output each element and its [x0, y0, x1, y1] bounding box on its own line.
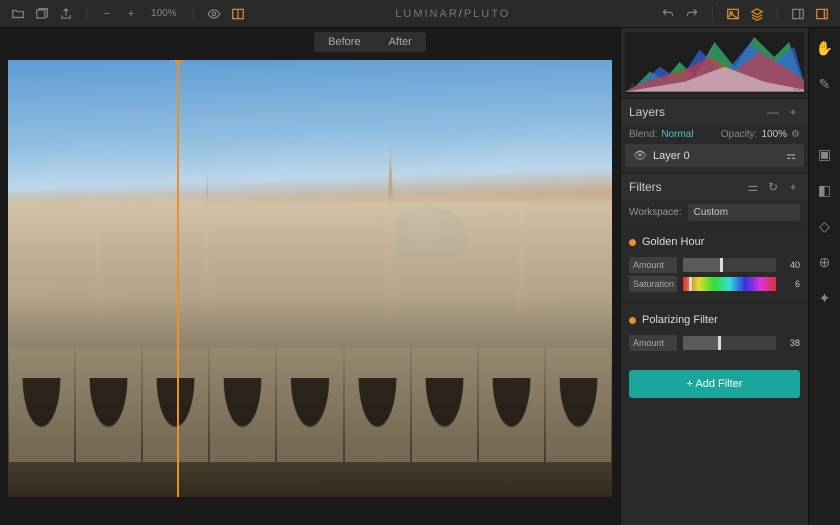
layer-name: Layer 0: [653, 150, 690, 162]
workspace-select[interactable]: Custom: [688, 204, 800, 221]
shadow-clip-icon[interactable]: △: [629, 81, 636, 92]
top-toolbar: − + 100% LUMINAR/PLUTO: [0, 0, 840, 28]
share-icon[interactable]: [56, 4, 76, 24]
slider-track[interactable]: [683, 336, 776, 350]
filters-refresh-icon[interactable]: ↻: [766, 180, 780, 194]
opacity-value[interactable]: 100%: [761, 129, 787, 140]
tool-strip: ✋ ✎ ▣ ◧ ◇ ⊕ ✦: [808, 28, 840, 525]
layers-section: Layers — + Blend: Normal Opacity: 100% ⚙…: [621, 98, 808, 173]
denoise-icon[interactable]: ✦: [815, 288, 835, 308]
zoom-out-icon[interactable]: −: [97, 4, 117, 24]
slider-track[interactable]: [683, 258, 776, 272]
image-canvas[interactable]: [8, 60, 612, 497]
open-folder-icon[interactable]: [8, 4, 28, 24]
brush-icon[interactable]: ✎: [815, 74, 835, 94]
opacity-label: Opacity:: [721, 129, 758, 140]
filter-title[interactable]: Polarizing Filter: [629, 310, 800, 332]
blend-label: Blend:: [629, 129, 657, 140]
side-panel-icon[interactable]: [812, 4, 832, 24]
main-area: Before After △ △: [0, 28, 840, 525]
tab-after[interactable]: After: [375, 32, 426, 52]
filters-add-icon[interactable]: +: [786, 180, 800, 194]
layers-panel-icon[interactable]: [747, 4, 767, 24]
separator: [86, 6, 87, 22]
filter-enabled-dot-icon[interactable]: [629, 317, 636, 324]
slider-amount: Amount 40: [629, 257, 800, 273]
undo-icon[interactable]: [658, 4, 678, 24]
highlight-clip-icon[interactable]: △: [793, 81, 800, 92]
hand-icon[interactable]: ✋: [815, 38, 835, 58]
separator: [193, 6, 194, 22]
filters-header: Filters ⚌ ↻ +: [621, 174, 808, 200]
filter-golden-hour: Golden Hour Amount 40 Saturation 6: [621, 225, 808, 303]
slider-saturation: Saturation 6: [629, 276, 800, 292]
tabs-icon[interactable]: [32, 4, 52, 24]
filter-title[interactable]: Golden Hour: [629, 232, 800, 254]
filter-enabled-dot-icon[interactable]: [629, 239, 636, 246]
histogram[interactable]: △ △: [625, 32, 804, 94]
panel-layout-icon[interactable]: [788, 4, 808, 24]
compare-icon[interactable]: [228, 4, 248, 24]
crop-icon[interactable]: ▣: [815, 144, 835, 164]
layer-collapse-icon[interactable]: —: [766, 105, 780, 119]
add-filter-button[interactable]: + Add Filter: [629, 370, 800, 398]
layer-options-icon[interactable]: ⚎: [786, 149, 796, 162]
before-after-tabs: Before After: [120, 28, 620, 58]
layer-settings-icon[interactable]: ⚙: [791, 129, 800, 140]
separator: [777, 6, 778, 22]
workspace-label: Workspace:: [629, 207, 682, 218]
app-title: LUMINAR/PLUTO: [395, 8, 510, 20]
layer-item[interactable]: 👁 Layer 0 ⚎: [625, 144, 804, 167]
layer-blend-row: Blend: Normal Opacity: 100% ⚙: [621, 125, 808, 144]
slider-track[interactable]: [683, 277, 776, 291]
right-panel: △ △ Layers — + Blend: Normal Opacity: 10…: [620, 28, 808, 525]
clone-icon[interactable]: ⊕: [815, 252, 835, 272]
preview-eye-icon[interactable]: [204, 4, 224, 24]
filter-polarizing: Polarizing Filter Amount 38: [621, 303, 808, 362]
redo-icon[interactable]: [682, 4, 702, 24]
transform-icon[interactable]: ◧: [815, 180, 835, 200]
erase-icon[interactable]: ◇: [815, 216, 835, 236]
layer-visibility-icon[interactable]: 👁: [633, 149, 647, 162]
image-panel-icon[interactable]: [723, 4, 743, 24]
tab-before[interactable]: Before: [314, 32, 374, 52]
blend-mode[interactable]: Normal: [661, 129, 693, 140]
separator: [712, 6, 713, 22]
canvas-area: Before After: [0, 28, 620, 525]
workspace-row: Workspace: Custom: [621, 200, 808, 225]
add-layer-icon[interactable]: +: [786, 105, 800, 119]
compare-split-line[interactable]: [177, 60, 179, 497]
layers-title: Layers: [629, 105, 665, 119]
zoom-in-icon[interactable]: +: [121, 4, 141, 24]
zoom-level[interactable]: 100%: [151, 8, 177, 19]
slider-amount: Amount 38: [629, 335, 800, 351]
layers-header: Layers — +: [621, 99, 808, 125]
photo-preview: [8, 60, 612, 497]
filters-title: Filters: [629, 180, 662, 194]
filters-sliders-icon[interactable]: ⚌: [746, 180, 760, 194]
filters-section: Filters ⚌ ↻ + Workspace: Custom Golden H…: [621, 173, 808, 406]
